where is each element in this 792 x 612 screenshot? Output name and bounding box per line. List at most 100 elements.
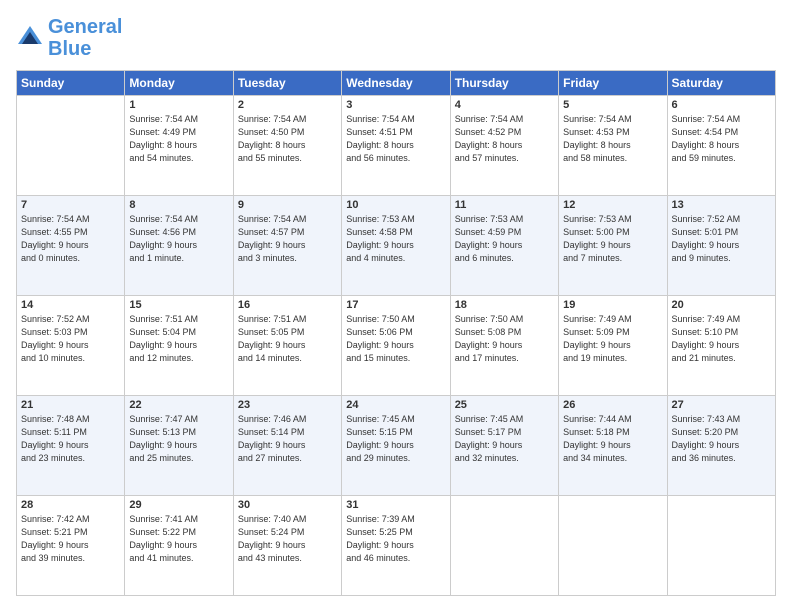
calendar-week-row: 1Sunrise: 7:54 AMSunset: 4:49 PMDaylight… xyxy=(17,96,776,196)
calendar-day-cell: 6 Sunrise: 7:54 AMSunset: 4:54 PMDaylight… xyxy=(667,96,775,196)
header: General Blue xyxy=(16,16,776,60)
calendar-day-cell: 27Sunrise: 7:43 AMSunset: 5:20 PMDayligh… xyxy=(667,396,775,496)
day-info: Sunrise: 7:50 AMSunset: 5:08 PMDaylight:… xyxy=(455,313,554,365)
weekday-header-wednesday: Wednesday xyxy=(342,71,450,96)
day-info: Sunrise: 7:53 AMSunset: 4:59 PMDaylight:… xyxy=(455,213,554,265)
calendar-day-cell: 30 Sunrise: 7:40 AMSunset: 5:24 PMDayligh… xyxy=(233,496,341,596)
calendar-day-cell: 25Sunrise: 7:45 AMSunset: 5:17 PMDayligh… xyxy=(450,396,558,496)
day-info: Sunrise: 7:45 AMSunset: 5:15 PMDaylight:… xyxy=(346,413,445,465)
day-number: 12 xyxy=(563,199,662,211)
calendar-day-cell: 9 Sunrise: 7:54 AMSunset: 4:57 PMDaylight… xyxy=(233,196,341,296)
day-number: 22 xyxy=(129,399,228,411)
day-info: Sunrise: 7:40 AMSunset: 5:24 PMDaylight:… xyxy=(238,513,337,565)
day-number: 23 xyxy=(238,399,337,411)
day-number: 20 xyxy=(672,299,771,311)
day-info: Sunrise: 7:44 AMSunset: 5:18 PMDaylight:… xyxy=(563,413,662,465)
calendar-day-cell: 17 Sunrise: 7:50 AMSunset: 5:06 PMDayligh… xyxy=(342,296,450,396)
calendar-day-cell: 23Sunrise: 7:46 AMSunset: 5:14 PMDayligh… xyxy=(233,396,341,496)
calendar-day-cell: 31Sunrise: 7:39 AMSunset: 5:25 PMDayligh… xyxy=(342,496,450,596)
calendar-day-cell: 11 Sunrise: 7:53 AMSunset: 4:59 PMDayligh… xyxy=(450,196,558,296)
day-number: 9 xyxy=(238,199,337,211)
day-number: 11 xyxy=(455,199,554,211)
calendar-day-cell: 13 Sunrise: 7:52 AMSunset: 5:01 PMDayligh… xyxy=(667,196,775,296)
day-info: Sunrise: 7:45 AMSunset: 5:17 PMDaylight:… xyxy=(455,413,554,465)
calendar-day-cell: 26Sunrise: 7:44 AMSunset: 5:18 PMDayligh… xyxy=(559,396,667,496)
day-info: Sunrise: 7:42 AMSunset: 5:21 PMDaylight:… xyxy=(21,513,120,565)
day-info: Sunrise: 7:53 AMSunset: 5:00 PMDaylight:… xyxy=(563,213,662,265)
day-number: 10 xyxy=(346,199,445,211)
weekday-header-friday: Friday xyxy=(559,71,667,96)
day-number: 4 xyxy=(455,99,554,111)
logo-text: General Blue xyxy=(48,16,122,60)
calendar-day-cell: 16 Sunrise: 7:51 AMSunset: 5:05 PMDayligh… xyxy=(233,296,341,396)
day-info: Sunrise: 7:49 AMSunset: 5:09 PMDaylight:… xyxy=(563,313,662,365)
calendar-day-cell: 18 Sunrise: 7:50 AMSunset: 5:08 PMDayligh… xyxy=(450,296,558,396)
calendar-header-row: SundayMondayTuesdayWednesdayThursdayFrid… xyxy=(17,71,776,96)
day-number: 8 xyxy=(129,199,228,211)
day-info: Sunrise: 7:52 AMSunset: 5:03 PMDaylight:… xyxy=(21,313,120,365)
day-info: Sunrise: 7:39 AMSunset: 5:25 PMDaylight:… xyxy=(346,513,445,565)
day-number: 13 xyxy=(672,199,771,211)
day-number: 3 xyxy=(346,99,445,111)
day-number: 2 xyxy=(238,99,337,111)
day-number: 15 xyxy=(129,299,228,311)
calendar-day-cell xyxy=(559,496,667,596)
day-info: Sunrise: 7:49 AMSunset: 5:10 PMDaylight:… xyxy=(672,313,771,365)
weekday-header-thursday: Thursday xyxy=(450,71,558,96)
weekday-header-monday: Monday xyxy=(125,71,233,96)
calendar-day-cell: 7Sunrise: 7:54 AMSunset: 4:55 PMDaylight… xyxy=(17,196,125,296)
calendar-week-row: 7Sunrise: 7:54 AMSunset: 4:55 PMDaylight… xyxy=(17,196,776,296)
day-info: Sunrise: 7:54 AMSunset: 4:53 PMDaylight:… xyxy=(563,113,662,165)
weekday-header-tuesday: Tuesday xyxy=(233,71,341,96)
day-number: 21 xyxy=(21,399,120,411)
day-number: 28 xyxy=(21,499,120,511)
day-number: 24 xyxy=(346,399,445,411)
day-info: Sunrise: 7:54 AMSunset: 4:50 PMDaylight:… xyxy=(238,113,337,165)
logo-icon xyxy=(16,24,44,52)
calendar-day-cell: 10 Sunrise: 7:53 AMSunset: 4:58 PMDayligh… xyxy=(342,196,450,296)
calendar-table: SundayMondayTuesdayWednesdayThursdayFrid… xyxy=(16,70,776,596)
day-number: 6 xyxy=(672,99,771,111)
day-info: Sunrise: 7:54 AMSunset: 4:56 PMDaylight:… xyxy=(129,213,228,265)
calendar-week-row: 14 Sunrise: 7:52 AMSunset: 5:03 PMDayligh… xyxy=(17,296,776,396)
calendar-week-row: 28 Sunrise: 7:42 AMSunset: 5:21 PMDayligh… xyxy=(17,496,776,596)
calendar-day-cell: 14 Sunrise: 7:52 AMSunset: 5:03 PMDayligh… xyxy=(17,296,125,396)
day-number: 5 xyxy=(563,99,662,111)
day-info: Sunrise: 7:54 AMSunset: 4:54 PMDaylight:… xyxy=(672,113,771,165)
day-number: 14 xyxy=(21,299,120,311)
page: General Blue SundayMondayTuesdayWednesda… xyxy=(0,0,792,612)
day-info: Sunrise: 7:54 AMSunset: 4:51 PMDaylight:… xyxy=(346,113,445,165)
calendar-day-cell: 29 Sunrise: 7:41 AMSunset: 5:22 PMDayligh… xyxy=(125,496,233,596)
day-info: Sunrise: 7:41 AMSunset: 5:22 PMDaylight:… xyxy=(129,513,228,565)
day-number: 18 xyxy=(455,299,554,311)
calendar-day-cell: 1Sunrise: 7:54 AMSunset: 4:49 PMDaylight… xyxy=(125,96,233,196)
calendar-day-cell: 3 Sunrise: 7:54 AMSunset: 4:51 PMDaylight… xyxy=(342,96,450,196)
calendar-day-cell xyxy=(667,496,775,596)
calendar-day-cell: 22 Sunrise: 7:47 AMSunset: 5:13 PMDayligh… xyxy=(125,396,233,496)
calendar-day-cell: 20 Sunrise: 7:49 AMSunset: 5:10 PMDayligh… xyxy=(667,296,775,396)
day-info: Sunrise: 7:52 AMSunset: 5:01 PMDaylight:… xyxy=(672,213,771,265)
calendar-day-cell: 12 Sunrise: 7:53 AMSunset: 5:00 PMDayligh… xyxy=(559,196,667,296)
day-info: Sunrise: 7:48 AMSunset: 5:11 PMDaylight:… xyxy=(21,413,120,465)
day-number: 30 xyxy=(238,499,337,511)
day-info: Sunrise: 7:50 AMSunset: 5:06 PMDaylight:… xyxy=(346,313,445,365)
day-number: 19 xyxy=(563,299,662,311)
day-number: 29 xyxy=(129,499,228,511)
day-number: 17 xyxy=(346,299,445,311)
calendar-day-cell xyxy=(450,496,558,596)
weekday-header-sunday: Sunday xyxy=(17,71,125,96)
day-info: Sunrise: 7:54 AMSunset: 4:52 PMDaylight:… xyxy=(455,113,554,165)
day-number: 16 xyxy=(238,299,337,311)
calendar-body: 1Sunrise: 7:54 AMSunset: 4:49 PMDaylight… xyxy=(17,96,776,596)
logo: General Blue xyxy=(16,16,122,60)
day-number: 7 xyxy=(21,199,120,211)
calendar-day-cell: 28 Sunrise: 7:42 AMSunset: 5:21 PMDayligh… xyxy=(17,496,125,596)
calendar-day-cell: 5 Sunrise: 7:54 AMSunset: 4:53 PMDaylight… xyxy=(559,96,667,196)
calendar-day-cell: 15 Sunrise: 7:51 AMSunset: 5:04 PMDayligh… xyxy=(125,296,233,396)
day-info: Sunrise: 7:51 AMSunset: 5:04 PMDaylight:… xyxy=(129,313,228,365)
calendar-day-cell: 8 Sunrise: 7:54 AMSunset: 4:56 PMDaylight… xyxy=(125,196,233,296)
day-info: Sunrise: 7:54 AMSunset: 4:57 PMDaylight:… xyxy=(238,213,337,265)
day-info: Sunrise: 7:53 AMSunset: 4:58 PMDaylight:… xyxy=(346,213,445,265)
day-info: Sunrise: 7:47 AMSunset: 5:13 PMDaylight:… xyxy=(129,413,228,465)
day-info: Sunrise: 7:51 AMSunset: 5:05 PMDaylight:… xyxy=(238,313,337,365)
